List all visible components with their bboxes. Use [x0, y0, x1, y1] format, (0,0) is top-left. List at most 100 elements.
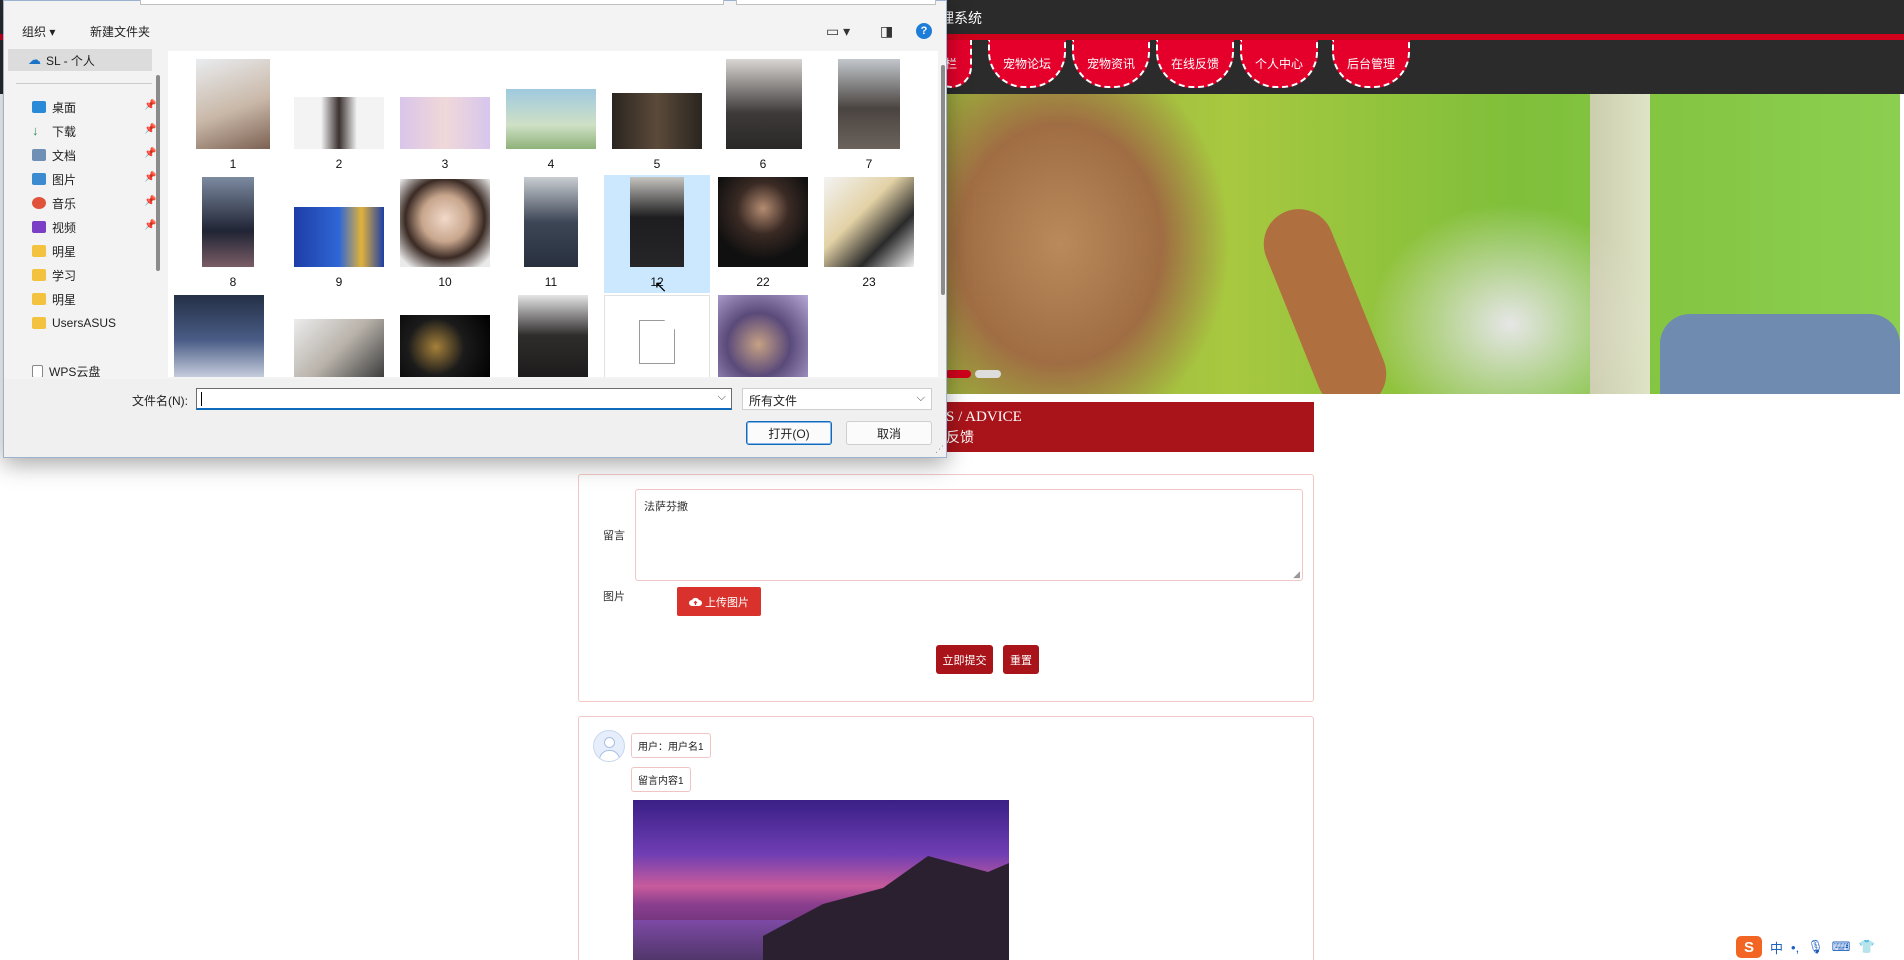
- file-item[interactable]: [710, 295, 816, 377]
- pin-icon[interactable]: 📌: [144, 124, 156, 135]
- file-item[interactable]: 23: [816, 175, 922, 293]
- nav-item-folder-usersasus[interactable]: UsersASUS: [32, 313, 156, 333]
- section-title: S / ADVICE 反馈: [940, 402, 1314, 452]
- resize-handle-icon[interactable]: ◢: [1293, 570, 1300, 579]
- nav-item-onedrive[interactable]: ☁ SL - 个人: [8, 49, 152, 71]
- file-thumbnail: [718, 295, 808, 377]
- sogou-logo-icon[interactable]: S: [1736, 936, 1762, 958]
- search-box[interactable]: [736, 0, 936, 5]
- file-thumbnail: [202, 177, 254, 267]
- cancel-button[interactable]: 取消: [846, 421, 932, 445]
- file-thumbnail: [174, 295, 264, 377]
- nav-item-documents[interactable]: 文档 📌: [32, 145, 156, 165]
- nav-item-pictures[interactable]: 图片 📌: [32, 169, 156, 189]
- nav-item-news[interactable]: 宠物资讯: [1072, 40, 1150, 88]
- comment-card: 用户：用户名1 留言内容1: [578, 716, 1314, 960]
- pin-icon[interactable]: 📌: [144, 148, 156, 159]
- file-item[interactable]: 7: [816, 55, 922, 173]
- file-item[interactable]: [286, 295, 392, 377]
- nav-item-admin[interactable]: 后台管理: [1332, 40, 1410, 88]
- keyboard-icon[interactable]: ⌨: [1832, 939, 1851, 955]
- pin-icon[interactable]: 📌: [144, 172, 156, 183]
- shirt-icon[interactable]: 👕: [1858, 939, 1874, 955]
- folder-icon: [32, 317, 46, 329]
- submit-button[interactable]: 立即提交: [936, 645, 993, 674]
- help-icon[interactable]: ?: [916, 23, 932, 39]
- banner-pagination[interactable]: [945, 370, 1001, 382]
- nav-item-label: 图片: [52, 172, 77, 187]
- resize-grip-icon[interactable]: ⋰: [935, 444, 944, 455]
- mic-icon[interactable]: 🎙: [1807, 939, 1824, 955]
- nav-item-forum[interactable]: 宠物论坛: [988, 40, 1066, 88]
- file-item[interactable]: 3: [392, 55, 498, 173]
- file-name: 6: [759, 157, 767, 171]
- nav-item-label: 桌面: [52, 100, 77, 115]
- nav-item-feedback[interactable]: 在线反馈: [1156, 40, 1234, 88]
- path-bar[interactable]: [140, 0, 724, 5]
- comment-content: 留言内容1: [631, 767, 691, 792]
- new-folder-button[interactable]: 新建文件夹: [90, 23, 150, 40]
- chevron-down-icon[interactable]: ⌵: [718, 391, 726, 404]
- file-item[interactable]: 4: [498, 55, 604, 173]
- ime-punct-indicator[interactable]: •,: [1791, 940, 1799, 955]
- file-name: 22: [756, 275, 770, 289]
- folder-icon: [32, 269, 46, 281]
- file-thumbnail: [630, 177, 684, 267]
- file-item[interactable]: 2: [286, 55, 392, 173]
- chevron-down-icon: ⌵: [916, 392, 925, 404]
- nav-item-wps[interactable]: WPS云盘: [32, 361, 156, 377]
- banner-dot-active[interactable]: [945, 370, 971, 378]
- nav-item-label: 明星: [52, 244, 77, 259]
- image-label: 图片: [603, 591, 625, 603]
- file-list-scrollbar[interactable]: [941, 65, 945, 295]
- nav-item-folder-study[interactable]: 学习: [32, 265, 156, 285]
- nav-item-label: SL - 个人: [46, 53, 95, 68]
- file-type-select[interactable]: 所有文件 ⌵: [742, 388, 932, 410]
- pin-icon[interactable]: 📌: [144, 100, 156, 111]
- file-item[interactable]: [392, 295, 498, 377]
- file-thumbnail: [400, 97, 490, 149]
- open-button[interactable]: 打开(O): [746, 421, 832, 445]
- file-item[interactable]: 11: [498, 175, 604, 293]
- filename-label: 文件名(N):: [132, 394, 188, 408]
- file-item[interactable]: 9: [286, 175, 392, 293]
- text-caret: [201, 392, 202, 406]
- preview-pane-icon[interactable]: ◨: [880, 23, 893, 40]
- ime-toolbar[interactable]: S 中 •, 🎙 ⌨ 👕: [1736, 934, 1904, 960]
- pin-icon[interactable]: 📌: [144, 196, 156, 207]
- file-item[interactable]: 8: [180, 175, 286, 293]
- ime-lang-indicator[interactable]: 中: [1770, 938, 1783, 957]
- organize-button[interactable]: 组织 ▾: [22, 23, 55, 40]
- file-item[interactable]: [174, 295, 280, 377]
- file-item[interactable]: 5: [604, 55, 710, 173]
- file-item[interactable]: [604, 295, 710, 377]
- message-label: 留言: [603, 530, 625, 542]
- nav-item-profile[interactable]: 个人中心: [1240, 40, 1318, 88]
- view-options-icon[interactable]: ▭ ▾: [826, 23, 850, 40]
- message-textarea[interactable]: 法萨芬撒 ◢: [635, 489, 1303, 581]
- nav-item-folder-stars-2[interactable]: 明星: [32, 289, 156, 309]
- file-item[interactable]: 1: [180, 55, 286, 173]
- folder-icon: [32, 245, 46, 257]
- file-item[interactable]: 6: [710, 55, 816, 173]
- banner-dot[interactable]: [975, 370, 1001, 378]
- pin-icon[interactable]: 📌: [144, 220, 156, 231]
- file-name: 5: [653, 157, 661, 171]
- file-item-selected[interactable]: 12: [604, 175, 710, 293]
- dialog-toolbar: 组织 ▾ 新建文件夹 ▭ ▾ ◨ ?: [4, 19, 946, 45]
- avatar: [593, 730, 625, 762]
- generic-file-icon: [639, 320, 675, 364]
- nav-item-downloads[interactable]: ↓ 下载 📌: [32, 121, 156, 141]
- upload-image-button[interactable]: 上传图片: [677, 587, 761, 616]
- file-item[interactable]: 22: [710, 175, 816, 293]
- file-item[interactable]: 10: [392, 175, 498, 293]
- nav-item-videos[interactable]: 视频 📌: [32, 217, 156, 237]
- file-item[interactable]: [498, 295, 604, 377]
- file-thumbnail: [718, 177, 808, 267]
- nav-item-desktop[interactable]: 桌面 📌: [32, 97, 156, 117]
- filename-input[interactable]: ⌵: [196, 388, 732, 410]
- reset-button[interactable]: 重置: [1003, 645, 1039, 674]
- nav-item-music[interactable]: 音乐 📌: [32, 193, 156, 213]
- nav-scrollbar[interactable]: [156, 75, 160, 271]
- nav-item-folder-stars[interactable]: 明星: [32, 241, 156, 261]
